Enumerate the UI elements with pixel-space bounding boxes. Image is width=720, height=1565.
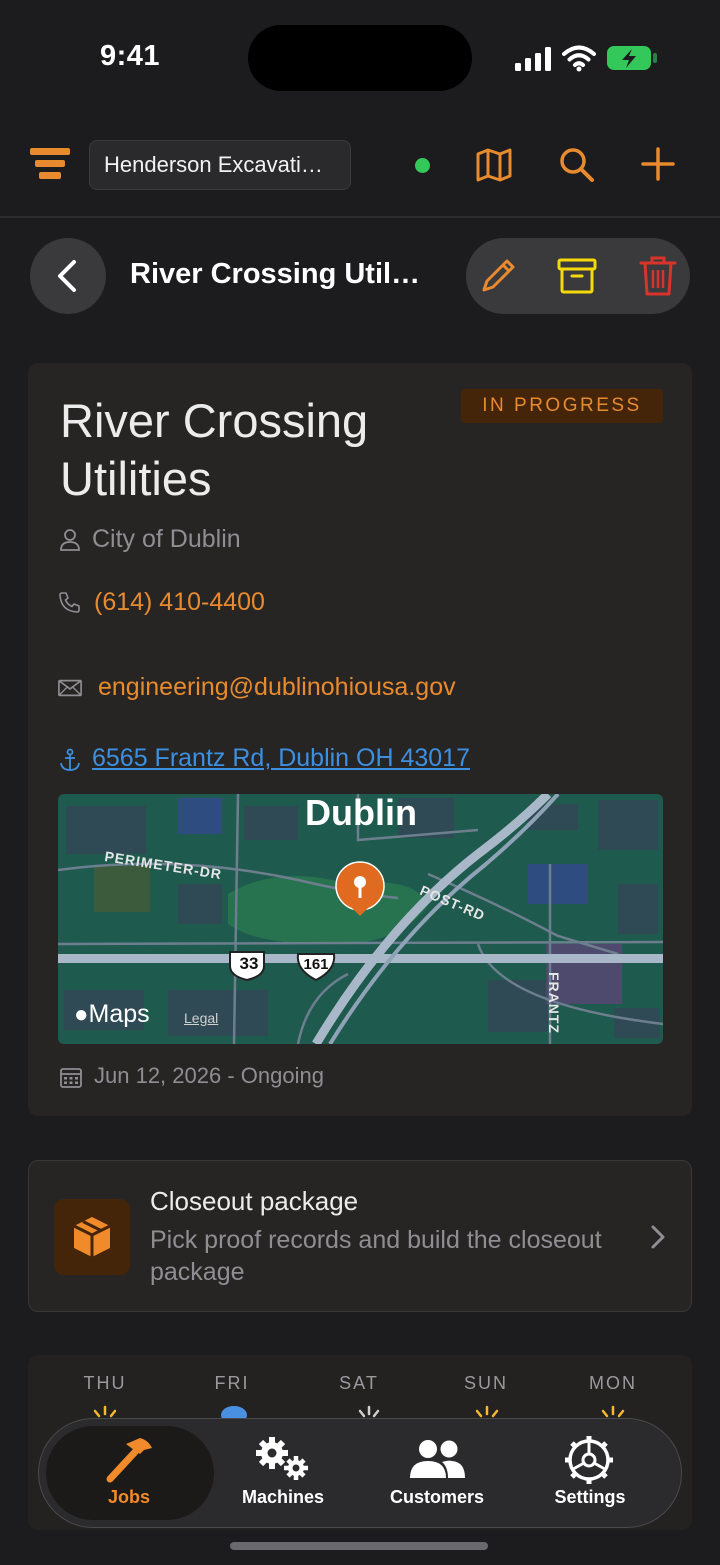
gear-icon — [565, 1436, 613, 1484]
package-box-icon — [73, 1217, 111, 1257]
phone-link[interactable]: (614) 410-4400 — [94, 588, 265, 617]
weather-day-label: MON — [589, 1373, 637, 1393]
cellular-signal-icon — [515, 47, 551, 71]
closeout-subtitle: Pick proof records and build the closeou… — [150, 1226, 602, 1286]
page-title: River Crossing Util… — [130, 258, 421, 290]
home-indicator — [230, 1542, 488, 1550]
people-icon — [410, 1440, 465, 1478]
weather-day-label: THU — [83, 1373, 127, 1393]
anchor-icon — [60, 748, 80, 771]
status-badge: IN PROGRESS — [461, 389, 663, 423]
address-link[interactable]: 6565 Frantz Rd, Dublin OH 43017 — [92, 744, 470, 773]
chevron-right-icon — [651, 1225, 665, 1249]
header-divider — [0, 216, 720, 218]
route-shield-label: 161 — [303, 956, 329, 973]
phone-icon — [59, 592, 80, 613]
maps-brand: ●Maps — [74, 1000, 150, 1028]
weather-day-label: SUN — [463, 1373, 508, 1393]
envelope-icon — [58, 679, 82, 697]
sun-icon — [601, 1405, 625, 1418]
closeout-title: Closeout package — [150, 1186, 359, 1216]
dynamic-island — [248, 25, 472, 91]
add-icon[interactable] — [640, 146, 676, 182]
job-date-range: Jun 12, 2026 - Ongoing — [94, 1063, 324, 1088]
calendar-icon — [60, 1068, 82, 1088]
trash-icon[interactable] — [638, 254, 678, 298]
tab-label: Machines — [241, 1487, 325, 1507]
back-button[interactable] — [30, 238, 106, 314]
organization-selector[interactable]: Henderson Excavati… — [89, 140, 351, 190]
wifi-icon — [562, 45, 596, 72]
map-road-label: FRANTZ — [546, 972, 562, 1034]
maps-legal-link[interactable]: Legal — [184, 1010, 218, 1026]
map-icon[interactable] — [474, 146, 514, 184]
cloud-rain-icon — [221, 1406, 247, 1419]
package-icon-container — [54, 1199, 130, 1275]
gears-icon — [256, 1437, 308, 1480]
tab-label: Jobs — [107, 1487, 150, 1507]
hammer-icon — [106, 1438, 152, 1483]
status-time: 9:41 — [100, 40, 161, 72]
email-link[interactable]: engineering@dublinohiousa.gov — [98, 673, 456, 702]
stack-menu-icon[interactable] — [30, 146, 70, 182]
chevron-left-icon — [58, 260, 76, 292]
partly-cloudy-icon — [358, 1405, 380, 1418]
archive-icon[interactable] — [556, 256, 598, 296]
edit-pencil-icon[interactable] — [478, 256, 518, 296]
person-icon — [60, 529, 80, 551]
sun-icon — [475, 1405, 499, 1418]
map-city-label: Dublin — [305, 792, 417, 833]
route-shield-label: 33 — [239, 954, 259, 973]
job-title: River Crossing Utilities — [60, 394, 369, 505]
search-icon[interactable] — [558, 146, 596, 184]
tab-label: Settings — [554, 1487, 626, 1507]
sun-icon — [93, 1405, 117, 1418]
weather-day-label: SAT — [339, 1373, 379, 1393]
customer-name: City of Dublin — [92, 525, 241, 553]
weather-day-label: FRI — [214, 1373, 250, 1393]
battery-charging-icon — [607, 46, 657, 70]
tab-label: Customers — [389, 1487, 485, 1507]
sync-status-dot — [415, 158, 430, 173]
